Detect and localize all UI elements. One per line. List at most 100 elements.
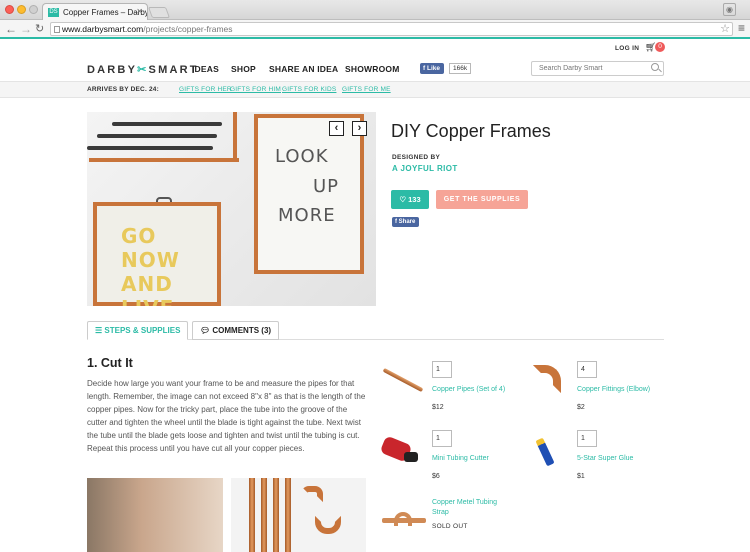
tab-steps-supplies[interactable]: ☰ STEPS & SUPPLIES [87, 321, 189, 340]
supply-name[interactable]: Copper Pipes (Set of 4) [432, 385, 505, 395]
copper-pipe-side [233, 112, 237, 162]
nav-share-an-idea[interactable]: SHARE AN IDEA [269, 64, 338, 74]
supply-price: $2 [577, 404, 585, 411]
previous-image-button[interactable]: ‹ [329, 121, 344, 136]
pipe-shape [273, 478, 279, 552]
cart-count-badge: 0 [655, 42, 665, 52]
comment-bubble-icon: 💬︎ [200, 326, 213, 335]
search-icon[interactable] [651, 63, 659, 71]
tab-steps-label: STEPS & SUPPLIES [104, 326, 181, 335]
pipe-shape [382, 367, 424, 393]
nav-showroom[interactable]: SHOWROOM [345, 64, 399, 74]
user-profile-icon[interactable]: ◉ [723, 3, 736, 16]
facebook-like-count: 166k [449, 63, 472, 74]
like-button[interactable]: ♡ 133 [391, 190, 429, 209]
quantity-input[interactable]: 4 [577, 361, 597, 378]
browser-menu-icon[interactable]: ≡ [738, 21, 745, 35]
quantity-input[interactable]: 1 [577, 430, 597, 447]
supply-name[interactable]: Mini Tubing Cutter [432, 454, 489, 464]
reload-icon[interactable]: ↻ [35, 22, 44, 36]
get-the-supplies-button[interactable]: GET THE SUPPLIES [436, 190, 528, 209]
facebook-like-label: Like [426, 65, 440, 72]
scissors-icon: ✂︎ [137, 64, 149, 76]
gifts-for-her-link[interactable]: GIFTS FOR HER [179, 86, 232, 93]
designed-by-label: DESIGNED BY [392, 154, 441, 161]
logo-text-left: DARBY [87, 64, 138, 76]
sold-out-label: SOLD OUT [432, 523, 468, 530]
heart-icon: ♡ [399, 195, 409, 204]
supply-name[interactable]: Copper Fittings (Elbow) [577, 385, 650, 395]
search-input[interactable] [531, 61, 664, 76]
elbow-fitting-shape [315, 516, 341, 534]
copper-fittings-image[interactable] [529, 361, 569, 403]
next-image-button[interactable]: › [352, 121, 367, 136]
address-bar[interactable]: www.darbysmart.com/projects/copper-frame… [50, 22, 733, 36]
tab-title: Copper Frames – Darby Sm [63, 8, 148, 17]
supply-price: $1 [577, 473, 585, 480]
facebook-share-button[interactable]: f Share [392, 217, 420, 227]
tab-comments-label: COMMENTS (3) [212, 326, 272, 335]
elbow-fitting-shape [301, 486, 323, 502]
hero-text-right-2: UP [313, 176, 340, 197]
forward-arrow-icon[interactable]: → [20, 22, 32, 36]
close-tab-icon[interactable]: ✕ [136, 7, 143, 16]
hero-stripe [97, 134, 217, 138]
tubing-cutter-image[interactable] [379, 434, 424, 470]
quantity-input[interactable]: 1 [432, 430, 452, 447]
site-logo[interactable]: DARBY✂︎SMART [87, 63, 199, 76]
elbow-fitting-shape [533, 365, 561, 393]
hero-stripe [112, 122, 222, 126]
tab-comments[interactable]: 💬︎ COMMENTS (3) [192, 321, 280, 340]
minimize-window-button[interactable] [17, 5, 26, 14]
step-description: Decide how large you want your frame to … [87, 379, 366, 454]
super-glue-image[interactable] [535, 434, 561, 470]
copper-pipes-image[interactable] [381, 366, 424, 396]
hero-text-right-3: MORE [278, 205, 336, 226]
new-tab-button[interactable] [147, 7, 171, 18]
glue-tube-shape [535, 437, 555, 467]
supply-price: $6 [432, 473, 440, 480]
gifts-for-kids-link[interactable]: GIFTS FOR KIDS [282, 86, 336, 93]
supply-price: $12 [432, 404, 444, 411]
cutter-knob-shape [404, 452, 418, 462]
step-photo-cutting [87, 478, 223, 552]
hero-text-right-1: LOOK [275, 146, 329, 167]
browser-tab[interactable]: DS Copper Frames – Darby Sm ✕ [42, 3, 148, 20]
close-window-button[interactable] [5, 5, 14, 14]
hero-text-left: GO NOW AND LIVE [121, 224, 180, 306]
copper-frame-right [254, 114, 364, 274]
zoom-window-button[interactable] [29, 5, 38, 14]
arrives-by-label: ARRIVES BY DEC. 24: [87, 86, 159, 93]
designer-link[interactable]: A JOYFUL RIOT [392, 164, 458, 173]
quantity-input[interactable]: 1 [432, 361, 452, 378]
facebook-share-label: Share [398, 219, 416, 225]
bookmark-star-icon[interactable]: ☆ [720, 23, 730, 36]
step-title: 1. Cut It [87, 356, 133, 370]
back-arrow-icon[interactable]: ← [5, 22, 17, 36]
pipe-shape [261, 478, 267, 552]
gifts-for-me-link[interactable]: GIFTS FOR ME [342, 86, 391, 93]
project-hero-image: GO NOW AND LIVE LOOK UP MORE [87, 112, 376, 306]
url-host: www.darbysmart.com [62, 24, 144, 34]
nav-ideas[interactable]: IDEAS [192, 64, 219, 74]
browser-toolbar: ← → ↻ www.darbysmart.com/projects/copper… [0, 20, 750, 39]
supply-name[interactable]: Copper Metel Tubing Strap [432, 498, 512, 518]
facebook-like-button[interactable]: f Like [420, 63, 444, 74]
list-icon: ☰ [95, 326, 105, 335]
nav-shop[interactable]: SHOP [231, 64, 256, 74]
like-count: 133 [408, 195, 421, 204]
step-photo-pipes [231, 478, 366, 552]
tubing-strap-image[interactable] [382, 512, 426, 532]
url-path: /projects/copper-frames [143, 24, 233, 34]
login-link[interactable]: LOG IN [615, 45, 639, 52]
supply-name[interactable]: 5-Star Super Glue [577, 454, 633, 464]
hero-stripe [87, 146, 213, 150]
browser-titlebar: DS Copper Frames – Darby Sm ✕ ◉ [0, 0, 750, 20]
copper-pipe-top [89, 158, 239, 162]
pipe-shape [249, 478, 255, 552]
page-title: DIY Copper Frames [391, 121, 551, 141]
pipe-shape [285, 478, 291, 552]
gifts-for-him-link[interactable]: GIFTS FOR HIM [230, 86, 281, 93]
favicon-icon: DS [48, 8, 59, 17]
page-icon [54, 26, 60, 33]
